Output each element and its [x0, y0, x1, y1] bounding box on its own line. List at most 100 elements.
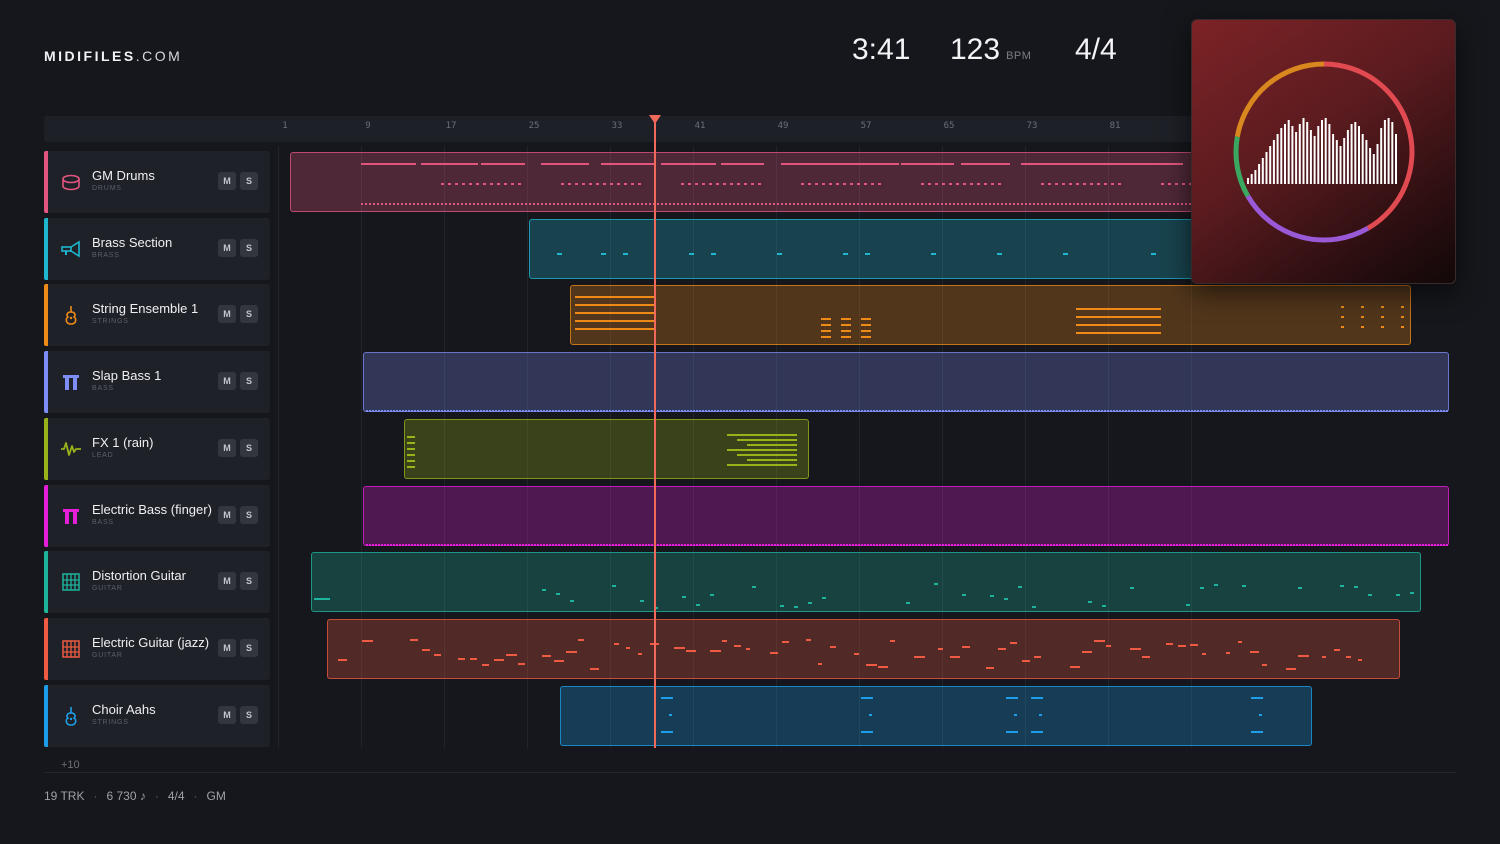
note: [1117, 203, 1120, 205]
solo-button[interactable]: S: [240, 505, 258, 524]
note: [1394, 410, 1397, 413]
note: [1082, 543, 1085, 546]
note: [1430, 543, 1433, 546]
ring-segment: [1234, 61, 1325, 138]
playhead[interactable]: [654, 122, 656, 748]
note: [905, 410, 908, 413]
track-name[interactable]: Electric Bass (finger): [92, 502, 212, 517]
track-header[interactable]: Slap Bass 1 BASS M S: [44, 351, 270, 414]
note: [1101, 604, 1106, 607]
note: [409, 203, 412, 205]
note: [977, 543, 980, 546]
track-name[interactable]: FX 1 (rain): [92, 435, 153, 450]
note: [698, 543, 701, 546]
note: [1076, 410, 1079, 413]
midi-clip[interactable]: [528, 218, 1209, 279]
more-tracks-label[interactable]: +10: [61, 759, 80, 771]
playhead-marker-icon[interactable]: [649, 115, 661, 124]
track-name[interactable]: GM Drums: [92, 168, 155, 183]
mute-button[interactable]: M: [218, 172, 236, 190]
track-header[interactable]: GM Drums DRUMS M S: [44, 151, 270, 213]
solo-button[interactable]: S: [240, 638, 258, 657]
note: [695, 543, 698, 546]
note: [1385, 410, 1388, 413]
mute-button[interactable]: M: [218, 705, 236, 724]
midi-clip[interactable]: [362, 352, 1449, 413]
mute-button[interactable]: M: [218, 638, 236, 657]
solo-button[interactable]: S: [240, 305, 258, 324]
note: [539, 410, 542, 413]
mute-button[interactable]: M: [218, 438, 236, 457]
solo-button[interactable]: S: [240, 372, 258, 391]
mute-button[interactable]: M: [218, 305, 236, 324]
note: [407, 435, 416, 438]
note: [337, 659, 347, 662]
solo-button[interactable]: S: [240, 572, 258, 591]
note: [704, 543, 707, 546]
note: [608, 543, 611, 546]
note: [1163, 543, 1166, 546]
note: [1319, 543, 1322, 546]
mute-button[interactable]: M: [218, 372, 236, 391]
note: [530, 410, 533, 413]
note: [1184, 410, 1187, 413]
note: [993, 203, 996, 205]
note: [770, 410, 773, 413]
note: [935, 543, 938, 546]
solo-button[interactable]: S: [240, 172, 258, 190]
mute-button[interactable]: M: [218, 505, 236, 524]
solo-button[interactable]: S: [240, 705, 258, 724]
midi-clip[interactable]: [310, 552, 1422, 613]
midi-clip[interactable]: [290, 152, 1209, 212]
waveform-bar: [1280, 128, 1283, 184]
track-header[interactable]: Brass Section BRASS M S: [44, 217, 270, 280]
mute-button[interactable]: M: [218, 572, 236, 591]
midi-clip[interactable]: [326, 618, 1401, 679]
note: [887, 410, 890, 413]
waveform-bar: [1332, 134, 1335, 184]
track-header[interactable]: String Ensemble 1 STRINGS M S: [44, 284, 270, 347]
note: [1160, 410, 1163, 413]
note: [1274, 410, 1277, 413]
track-header[interactable]: Choir Aahs STRINGS M S: [44, 684, 270, 747]
note: [1109, 203, 1112, 205]
midi-clip[interactable]: [362, 485, 1449, 546]
note: [1100, 410, 1103, 413]
note: [389, 410, 392, 413]
midi-clip[interactable]: [404, 418, 809, 479]
note: [1196, 410, 1199, 413]
solo-button[interactable]: S: [240, 438, 258, 457]
waveform-bar: [1250, 174, 1253, 184]
midi-clip[interactable]: [570, 285, 1411, 346]
track-name[interactable]: Slap Bass 1: [92, 368, 161, 383]
note: [961, 163, 1010, 165]
note: [930, 252, 936, 255]
track-name[interactable]: Electric Guitar (jazz): [92, 635, 209, 650]
note: [983, 410, 986, 413]
note: [1004, 543, 1007, 546]
note: [587, 543, 590, 546]
note: [452, 543, 455, 546]
track-name[interactable]: Distortion Guitar: [92, 568, 186, 583]
midi-clip[interactable]: [559, 685, 1313, 746]
note: [1403, 410, 1406, 413]
track-name[interactable]: String Ensemble 1: [92, 301, 198, 316]
note: [1067, 543, 1070, 546]
note: [621, 203, 624, 205]
note: [693, 203, 696, 205]
track-name[interactable]: Brass Section: [92, 235, 172, 250]
solo-button[interactable]: S: [240, 238, 258, 257]
track-header[interactable]: Electric Bass (finger) BASS M S: [44, 484, 270, 547]
note: [801, 203, 804, 205]
track-header[interactable]: Electric Guitar (jazz) GUITAR M S: [44, 617, 270, 680]
note: [1069, 665, 1080, 668]
note: [1340, 543, 1343, 546]
track-header[interactable]: Distortion Guitar GUITAR M S: [44, 551, 270, 614]
track-name[interactable]: Choir Aahs: [92, 702, 156, 717]
mute-button[interactable]: M: [218, 238, 236, 257]
track-header[interactable]: FX 1 (rain) LEAD M S: [44, 417, 270, 480]
note: [1283, 410, 1286, 413]
note: [575, 543, 578, 546]
note: [1321, 656, 1326, 659]
guitar-icon: [60, 638, 82, 660]
